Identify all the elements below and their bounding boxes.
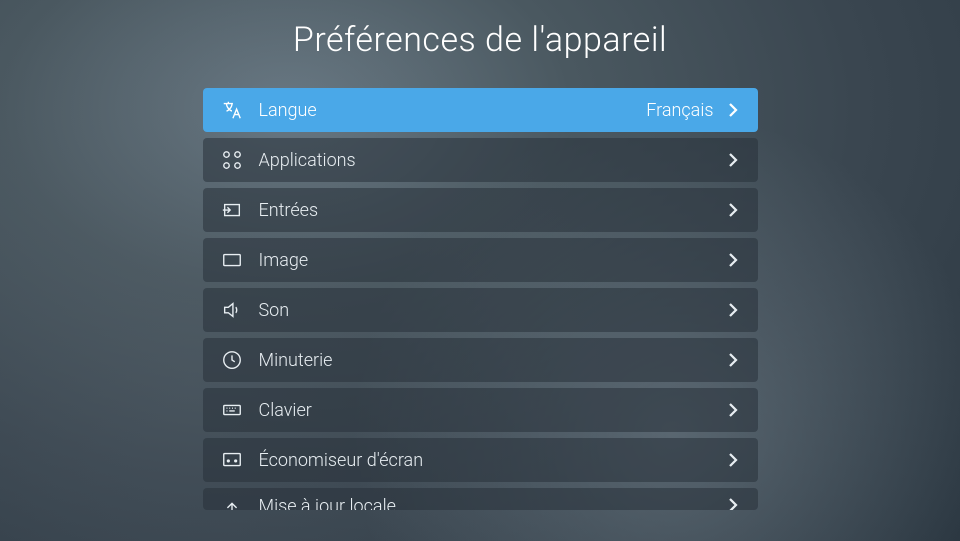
keyboard-icon: [221, 399, 243, 421]
menu-item-local-update[interactable]: Mise à jour locale: [203, 488, 758, 510]
chevron-right-icon: [724, 251, 742, 269]
timer-icon: [221, 349, 243, 371]
menu-item-label: Mise à jour locale: [259, 496, 724, 510]
chevron-right-icon: [724, 351, 742, 369]
display-icon: [221, 249, 243, 271]
chevron-right-icon: [724, 201, 742, 219]
menu-item-label: Son: [259, 300, 724, 321]
screensaver-icon: [221, 449, 243, 471]
menu-item-value: Français: [646, 100, 713, 121]
menu-item-picture[interactable]: Image: [203, 238, 758, 282]
menu-item-applications[interactable]: Applications: [203, 138, 758, 182]
translate-icon: [221, 99, 243, 121]
menu-item-label: Langue: [259, 100, 647, 121]
menu-item-sound[interactable]: Son: [203, 288, 758, 332]
chevron-right-icon: [724, 151, 742, 169]
chevron-right-icon: [724, 301, 742, 319]
page-title: Préférences de l'appareil: [293, 20, 667, 60]
menu-item-timer[interactable]: Minuterie: [203, 338, 758, 382]
input-icon: [221, 199, 243, 221]
menu-item-inputs[interactable]: Entrées: [203, 188, 758, 232]
apps-icon: [221, 149, 243, 171]
menu-item-label: Applications: [259, 150, 724, 171]
menu-item-label: Clavier: [259, 400, 724, 421]
menu-item-screensaver[interactable]: Économiseur d'écran: [203, 438, 758, 482]
menu-item-label: Économiseur d'écran: [259, 450, 724, 471]
menu-item-language[interactable]: Langue Français: [203, 88, 758, 132]
menu-item-label: Image: [259, 250, 724, 271]
chevron-right-icon: [724, 401, 742, 419]
chevron-right-icon: [724, 451, 742, 469]
menu-item-label: Entrées: [259, 200, 724, 221]
update-icon: [221, 496, 243, 510]
menu-item-label: Minuterie: [259, 350, 724, 371]
sound-icon: [221, 299, 243, 321]
chevron-right-icon: [724, 101, 742, 119]
chevron-right-icon: [724, 496, 742, 510]
menu-item-keyboard[interactable]: Clavier: [203, 388, 758, 432]
preferences-menu: Langue Français Applications Entrées: [203, 88, 758, 510]
